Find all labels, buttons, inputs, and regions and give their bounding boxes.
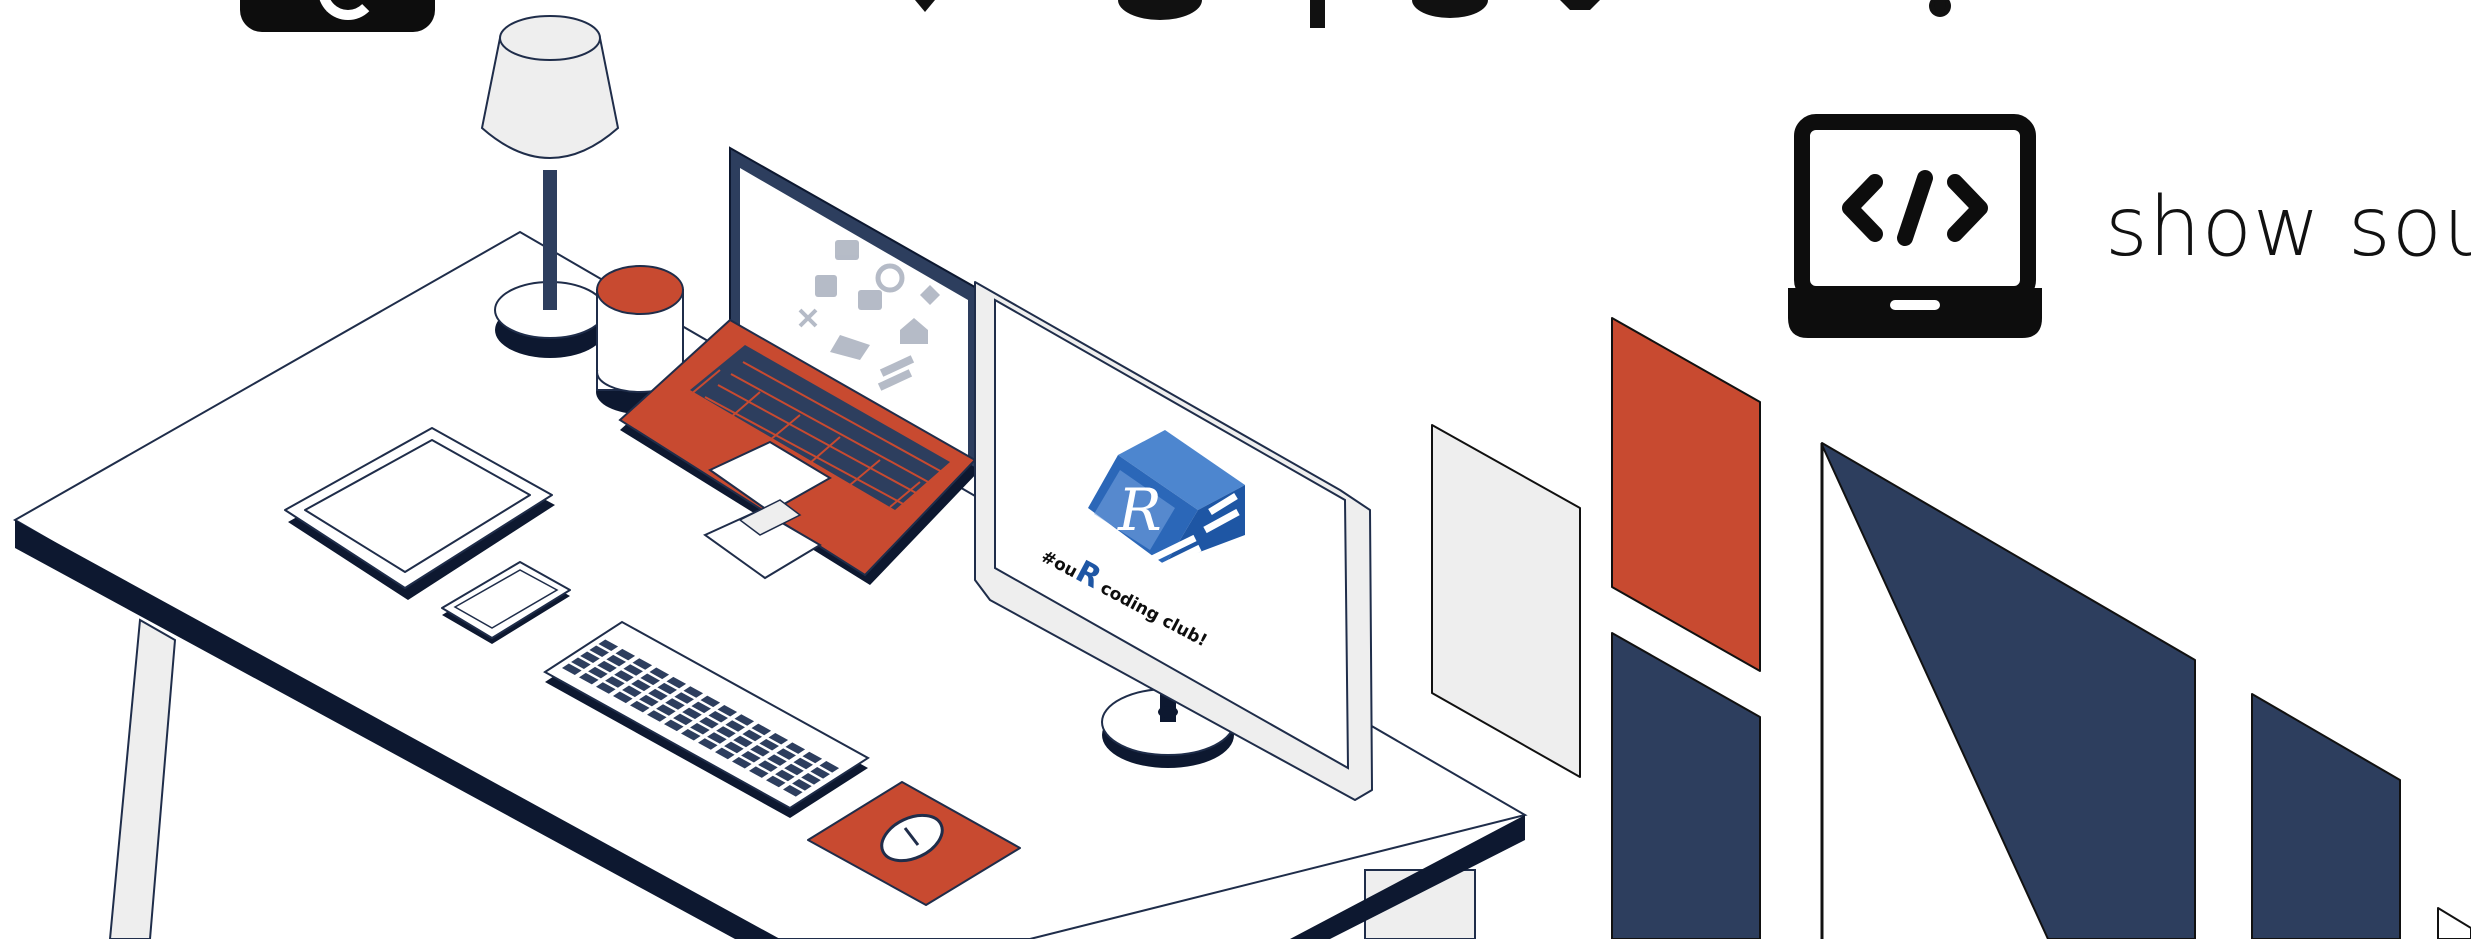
geometric-shapes [1431,317,2471,939]
show-source-label: show sou [2105,180,2471,275]
show-source-button[interactable]: show sou [1780,110,2471,345]
landing-page: R #ouR coding club! show sou [0,0,2471,939]
headline-fragments [915,0,1951,28]
r-letter: R [1117,476,1162,544]
code-laptop-icon [1788,114,2042,338]
